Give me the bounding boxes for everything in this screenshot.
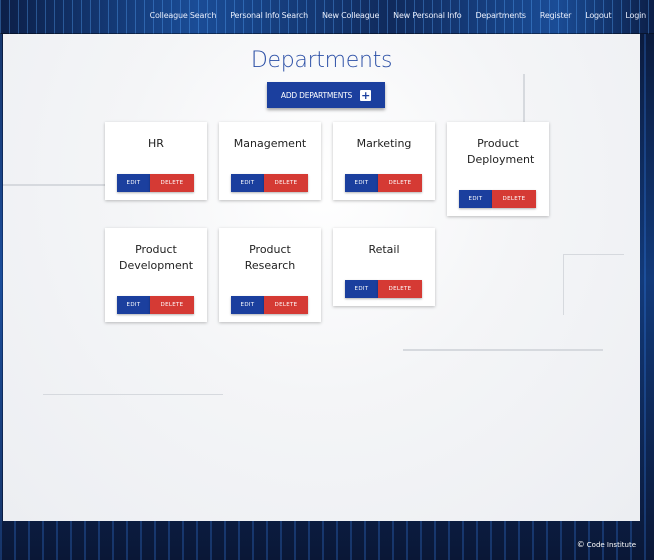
nav-new-personal-info[interactable]: New Personal Info <box>386 11 468 20</box>
card-actions: EDIT DELETE <box>231 296 308 314</box>
main-content: Departments ADD DEPARTMENTS + HR EDIT DE… <box>3 34 640 521</box>
delete-button[interactable]: DELETE <box>378 174 422 192</box>
add-departments-button[interactable]: ADD DEPARTMENTS + <box>267 82 385 108</box>
circuit-trace <box>43 394 223 395</box>
add-departments-label: ADD DEPARTMENTS <box>280 90 353 100</box>
department-card-marketing: Marketing EDIT DELETE <box>333 122 435 200</box>
department-name: Product Deployment <box>467 137 535 166</box>
card-actions: EDIT DELETE <box>345 174 422 192</box>
department-card-product-deployment: Product Deployment EDIT DELETE <box>447 122 549 216</box>
card-actions: EDIT DELETE <box>117 296 194 314</box>
circuit-trace <box>403 349 603 351</box>
nav-register[interactable]: Register <box>533 11 578 20</box>
card-actions: EDIT DELETE <box>117 174 194 192</box>
edit-button[interactable]: EDIT <box>117 296 150 314</box>
edit-button[interactable]: EDIT <box>345 174 378 192</box>
delete-button[interactable]: DELETE <box>150 174 194 192</box>
department-card-hr: HR EDIT DELETE <box>105 122 207 200</box>
page-title: Departments <box>250 48 393 73</box>
department-card-product-development: Product Development EDIT DELETE <box>105 228 207 322</box>
department-card-retail: Retail EDIT DELETE <box>333 228 435 306</box>
plus-icon: + <box>360 88 372 102</box>
card-actions: EDIT DELETE <box>459 190 536 208</box>
nav-departments[interactable]: Departments <box>468 11 532 20</box>
footer-text: Code Institute <box>586 540 636 549</box>
department-name: Retail <box>368 243 400 256</box>
nav-new-colleague[interactable]: New Colleague <box>315 11 386 20</box>
edit-button[interactable]: EDIT <box>345 280 378 298</box>
nav-login[interactable]: Login <box>618 11 646 20</box>
delete-button[interactable]: DELETE <box>492 190 536 208</box>
delete-button[interactable]: DELETE <box>378 280 422 298</box>
department-card-management: Management EDIT DELETE <box>219 122 321 200</box>
nav-personal-info-search[interactable]: Personal Info Search <box>223 11 315 20</box>
card-actions: EDIT DELETE <box>231 174 308 192</box>
department-name: Management <box>233 137 307 150</box>
edit-button[interactable]: EDIT <box>459 190 492 208</box>
nav-logout[interactable]: Logout <box>578 11 618 20</box>
footer: © Code Institute <box>577 540 636 549</box>
delete-button[interactable]: DELETE <box>264 174 308 192</box>
delete-button[interactable]: DELETE <box>150 296 194 314</box>
edit-button[interactable]: EDIT <box>231 174 264 192</box>
department-name: Product Research <box>244 243 296 272</box>
department-name: Product Development <box>118 243 194 272</box>
department-card-product-research: Product Research EDIT DELETE <box>219 228 321 322</box>
department-name: HR <box>148 137 164 150</box>
delete-button[interactable]: DELETE <box>264 296 308 314</box>
department-name: Marketing <box>356 137 412 150</box>
copyright-icon: © <box>576 540 585 549</box>
card-actions: EDIT DELETE <box>345 280 422 298</box>
edit-button[interactable]: EDIT <box>117 174 150 192</box>
edit-button[interactable]: EDIT <box>231 296 264 314</box>
nav-links: Colleague Search Personal Info Search Ne… <box>143 11 647 20</box>
nav-colleague-search[interactable]: Colleague Search <box>143 11 224 20</box>
navbar: Colleague Search Personal Info Search Ne… <box>0 0 654 34</box>
circuit-trace <box>563 254 624 315</box>
